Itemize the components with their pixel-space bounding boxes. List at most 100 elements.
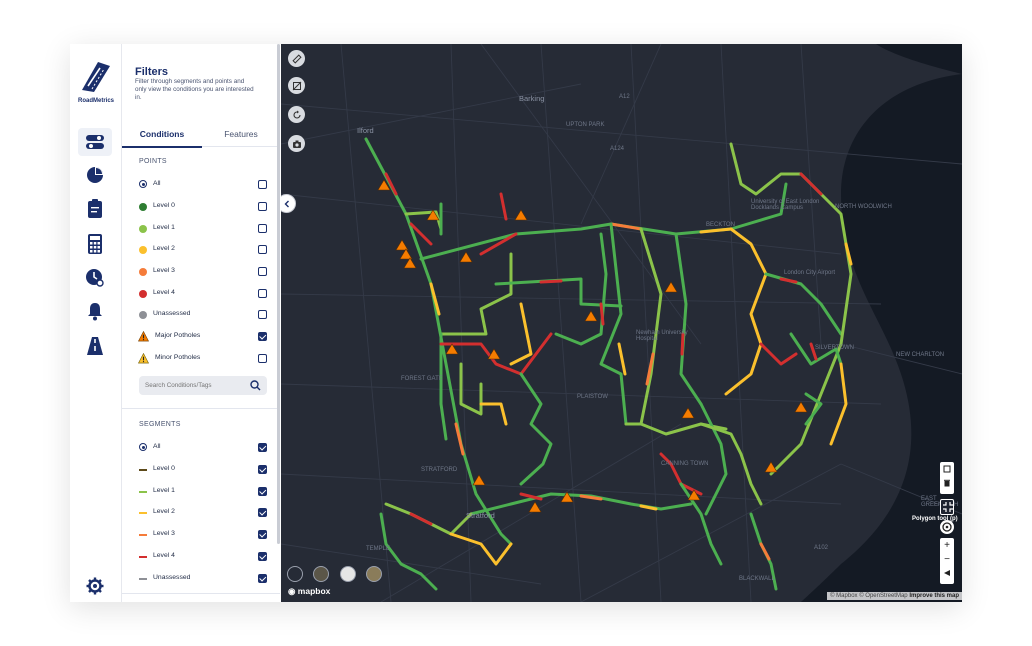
conditions-search <box>139 376 267 395</box>
checkbox[interactable] <box>258 310 267 319</box>
filter-label: All <box>153 180 161 187</box>
checkbox[interactable] <box>258 267 267 276</box>
brand-logo[interactable]: RoadMetrics <box>76 56 116 106</box>
polygon-tool-button[interactable] <box>940 499 954 515</box>
style-dark-swatch[interactable] <box>287 566 303 582</box>
panel-scrollbar[interactable] <box>277 44 280 544</box>
screenshot-button[interactable] <box>288 135 305 152</box>
map-label: CANNING TOWN <box>661 461 709 467</box>
draw-polygon-button[interactable] <box>940 462 954 476</box>
level-dot-icon <box>139 246 147 254</box>
rail-settings-button[interactable] <box>78 572 112 600</box>
ruler-icon <box>291 53 302 64</box>
point-filter-level-2[interactable]: Level 2 <box>139 243 267 257</box>
rail-alerts-button[interactable] <box>78 297 112 325</box>
icon-rail: RoadMetrics <box>70 44 122 602</box>
segment-filter-all[interactable]: All <box>139 441 267 455</box>
north-arrow-icon <box>944 570 950 576</box>
improve-map-link[interactable]: Improve this map <box>909 593 959 599</box>
point-filter-all[interactable]: All <box>139 178 267 192</box>
point-filter-level-0[interactable]: Level 0 <box>139 200 267 214</box>
rail-reports-button[interactable] <box>78 195 112 223</box>
compass-button[interactable] <box>940 520 954 534</box>
chevron-left-icon <box>284 200 289 207</box>
zoom-out-button[interactable]: − <box>940 552 954 566</box>
checkbox[interactable] <box>258 180 267 189</box>
rotate-button[interactable] <box>288 106 305 123</box>
segment-line-icon <box>139 534 147 536</box>
filter-label: Level 1 <box>153 224 175 231</box>
checkbox[interactable] <box>258 332 267 341</box>
satellite-off-icon <box>292 81 301 90</box>
style-streets-swatch[interactable] <box>313 566 329 582</box>
point-filter-level-3[interactable]: Level 3 <box>139 265 267 279</box>
checkbox[interactable] <box>258 552 267 561</box>
point-filter-unassessed[interactable]: Unassessed <box>139 308 267 322</box>
delete-shape-button[interactable] <box>940 476 954 490</box>
map-canvas[interactable] <box>281 44 962 602</box>
map-view[interactable]: Ilford Barking A12 A124 UPTON PARK BECKT… <box>281 44 962 602</box>
radio-icon[interactable] <box>139 180 147 188</box>
point-filter-level-4[interactable]: Level 4 <box>139 287 267 301</box>
point-filter-level-1[interactable]: Level 1 <box>139 222 267 236</box>
segment-filter-unassessed[interactable]: Unassessed <box>139 572 267 586</box>
panel-subtitle: Filter through segments and points and o… <box>135 78 254 101</box>
checkbox[interactable] <box>258 202 267 211</box>
app-window: RoadMetrics Filters Filter through segme… <box>70 44 962 602</box>
rail-filters-button[interactable] <box>78 128 112 156</box>
clipboard-icon <box>88 199 102 218</box>
trash-icon <box>944 479 950 487</box>
zoom-controls: + − <box>940 538 954 584</box>
radio-icon[interactable] <box>139 443 147 451</box>
attribution-text[interactable]: © Mapbox © OpenStreetMap <box>830 593 908 599</box>
search-icon[interactable] <box>250 380 261 391</box>
rail-analytics-button[interactable] <box>78 161 112 189</box>
rail-roads-button[interactable] <box>78 332 112 360</box>
level-dot-icon <box>139 203 147 211</box>
checkbox[interactable] <box>258 530 267 539</box>
point-filter-major-potholes[interactable]: Major Potholes <box>138 330 267 344</box>
map-label: SILVERTOWN <box>815 345 855 351</box>
map-label: Ilford <box>357 126 374 135</box>
reset-north-button[interactable] <box>940 566 954 580</box>
brand-name: RoadMetrics <box>77 98 114 104</box>
style-satellite-swatch[interactable] <box>366 566 382 582</box>
measure-tool-button[interactable] <box>288 50 305 67</box>
map-label: Newham University Hospital <box>636 330 688 342</box>
mapbox-logo[interactable]: ◉ mapbox <box>288 586 330 597</box>
rail-history-button[interactable] <box>78 264 112 292</box>
map-label: FOREST GATE <box>401 376 443 382</box>
zoom-in-button[interactable]: + <box>940 538 954 552</box>
satellite-toggle-button[interactable] <box>288 77 305 94</box>
points-heading: POINTS <box>139 158 167 165</box>
checkbox[interactable] <box>258 508 267 517</box>
segment-filter-level-4[interactable]: Level 4 <box>139 550 267 564</box>
checkbox[interactable] <box>258 487 267 496</box>
rail-calculator-button[interactable] <box>78 230 112 258</box>
tab-conditions[interactable]: Conditions <box>122 124 202 148</box>
tab-features[interactable]: Features <box>202 124 280 146</box>
search-input[interactable] <box>145 379 245 392</box>
segment-filter-level-3[interactable]: Level 3 <box>139 528 267 542</box>
filter-label: Unassessed <box>153 310 191 317</box>
checkbox[interactable] <box>258 354 267 363</box>
map-label: PLAISTOW <box>577 394 608 400</box>
filter-label: Unassessed <box>153 574 191 581</box>
segment-filter-level-0[interactable]: Level 0 <box>139 463 267 477</box>
checkbox[interactable] <box>258 574 267 583</box>
checkbox[interactable] <box>258 465 267 474</box>
checkbox[interactable] <box>258 245 267 254</box>
checkbox[interactable] <box>258 443 267 452</box>
checkbox[interactable] <box>258 224 267 233</box>
map-label: Stratford <box>466 511 495 520</box>
warning-icon <box>138 353 149 364</box>
style-light-swatch[interactable] <box>340 566 356 582</box>
point-filter-minor-potholes[interactable]: Minor Potholes <box>138 352 267 366</box>
pie-chart-icon <box>87 167 103 183</box>
gear-icon <box>86 577 104 595</box>
segment-filter-level-1[interactable]: Level 1 <box>139 485 267 499</box>
segment-filter-level-2[interactable]: Level 2 <box>139 506 267 520</box>
filter-label: Level 3 <box>153 267 175 274</box>
checkbox[interactable] <box>258 289 267 298</box>
section-divider <box>122 593 280 594</box>
